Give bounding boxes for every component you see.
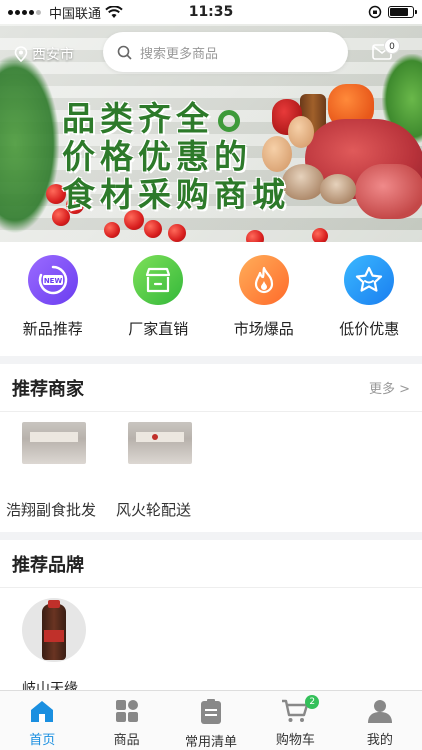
slogan-line-3: 食材采购商城 (62, 175, 290, 214)
location-pin-icon (14, 46, 28, 62)
home-icon (31, 701, 54, 722)
location-selector[interactable]: 西安市 (14, 44, 74, 64)
battery-icon (388, 6, 417, 18)
grid-icon (115, 700, 138, 722)
user-icon (367, 700, 392, 723)
status-bar: 中国联通 11:35 (0, 0, 422, 24)
tab-label: 商品 (113, 733, 140, 748)
search-bar[interactable]: 搜索更多商品 (103, 32, 348, 72)
tab-label: 购物车 (275, 733, 315, 748)
category-row: NEW 新品推荐 厂家直销 市场爆品 低价优惠 (0, 242, 422, 356)
wifi-icon (105, 5, 123, 18)
recommended-merchants-section: 推荐商家 更多 > 浩翔副食批发 风火轮配送 (0, 364, 422, 532)
section-title: 推荐品牌 (12, 554, 84, 576)
merchant-images (0, 422, 422, 464)
section-title: 推荐商家 (12, 378, 84, 400)
more-merchants-link[interactable]: 更多 > (369, 378, 410, 397)
message-button[interactable]: 0 (372, 38, 400, 64)
store-icon (133, 255, 184, 305)
signal-icon (8, 9, 41, 15)
merchant-name[interactable]: 风火轮配送 (116, 499, 191, 520)
tomato-decoration (104, 222, 120, 238)
category-label: 低价优惠 (339, 320, 400, 338)
merchant-license-image[interactable] (22, 422, 86, 464)
tab-label: 常用清单 (185, 735, 238, 750)
search-placeholder: 搜索更多商品 (140, 46, 219, 62)
tab-mine[interactable]: 我的 (338, 691, 422, 750)
slogan-line-1: 品类齐全 (62, 100, 282, 138)
tab-cart[interactable]: 2 购物车 (253, 691, 337, 750)
message-count-badge: 0 (384, 38, 400, 54)
tab-products[interactable]: 商品 (84, 691, 168, 750)
category-label: 新品推荐 (22, 320, 83, 338)
tomato-decoration (246, 230, 264, 242)
tab-label: 首页 (29, 733, 56, 748)
section-header: 推荐品牌 (0, 540, 422, 588)
location-label: 西安市 (32, 47, 74, 63)
merchant-names: 浩翔副食批发 风火轮配送 (6, 499, 191, 520)
carrier-label: 中国联通 (49, 6, 102, 22)
star-icon (344, 255, 395, 305)
tab-home[interactable]: 首页 (0, 691, 84, 750)
egg-decoration (288, 116, 314, 148)
lettuce-decoration (0, 54, 60, 234)
list-icon (201, 699, 222, 724)
category-new-products[interactable]: NEW 新品推荐 (0, 242, 106, 356)
new-badge-icon: NEW (27, 255, 78, 305)
category-market-hits[interactable]: 市场爆品 (211, 242, 317, 356)
category-low-price[interactable]: 低价优惠 (317, 242, 422, 356)
mushroom-decoration (320, 174, 356, 204)
tomato-decoration (144, 220, 162, 238)
flame-icon (238, 255, 289, 305)
meat-slice-decoration (355, 164, 422, 219)
brand-item[interactable]: 岐山天缘 (22, 598, 86, 698)
ring-decoration (218, 110, 240, 132)
bottom-tab-bar: 首页 商品 常用清单 2 购物车 我的 (0, 690, 422, 750)
category-label: 市场爆品 (233, 320, 294, 338)
category-factory-direct[interactable]: 厂家直销 (106, 242, 212, 356)
status-left: 中国联通 (8, 3, 123, 22)
brand-logo (22, 598, 86, 662)
svg-text:NEW: NEW (44, 277, 63, 285)
slogan-line-2: 价格优惠的 (62, 137, 252, 176)
cart-count-badge: 2 (305, 695, 320, 709)
orientation-lock-icon (368, 5, 382, 19)
section-header: 推荐商家 更多 > (0, 364, 422, 412)
tab-label: 我的 (366, 733, 393, 748)
merchant-license-image[interactable] (128, 422, 192, 464)
tomato-decoration (168, 224, 186, 242)
status-right (368, 5, 417, 19)
search-icon (117, 45, 132, 60)
merchant-name[interactable]: 浩翔副食批发 (6, 499, 96, 520)
tab-favorites-list[interactable]: 常用清单 (169, 691, 253, 750)
recommended-brands-section: 推荐品牌 岐山天缘 (0, 540, 422, 700)
category-label: 厂家直销 (128, 320, 189, 338)
banner-slogan: 品类齐全 价格优惠的 食材采购商城 (62, 100, 290, 214)
tomato-decoration (312, 228, 328, 242)
